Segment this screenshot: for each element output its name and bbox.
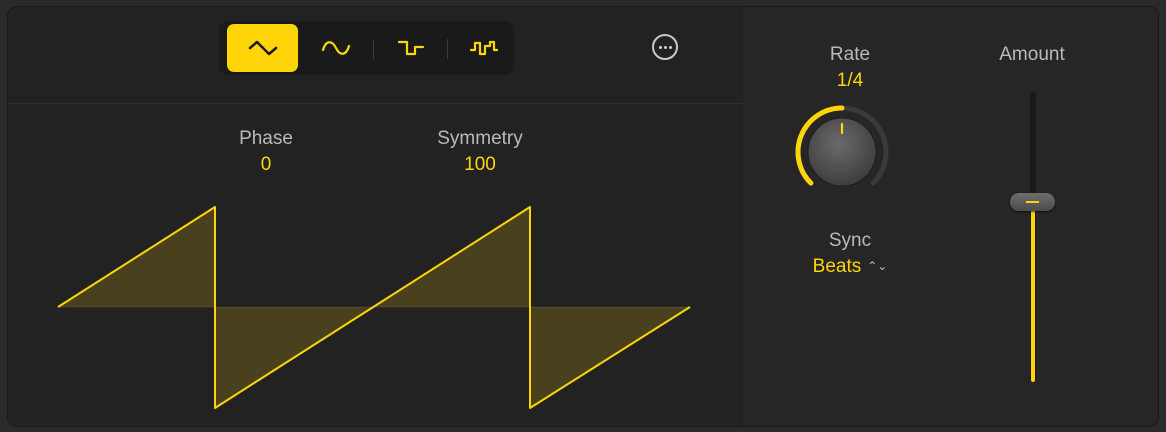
lfo-waveform-display [57,206,691,409]
rate-label: Rate [829,44,871,65]
rate-control: Rate 1/4 [790,44,910,92]
rate-value[interactable]: 1/4 [790,70,910,92]
up-down-chevron-icon: ⌃⌄ [867,259,888,273]
amount-slider-fill [1031,203,1035,382]
sync-popup[interactable]: Beats ⌃⌄ [790,256,910,278]
amount-control: Amount [972,44,1092,66]
rate-knob[interactable] [793,103,891,201]
amount-slider-thumb[interactable] [1010,193,1055,211]
sync-control: Sync Beats ⌃⌄ [790,230,910,278]
sync-value[interactable]: Beats [813,256,862,277]
sync-label: Sync [828,230,872,251]
amount-label: Amount [999,44,1065,65]
